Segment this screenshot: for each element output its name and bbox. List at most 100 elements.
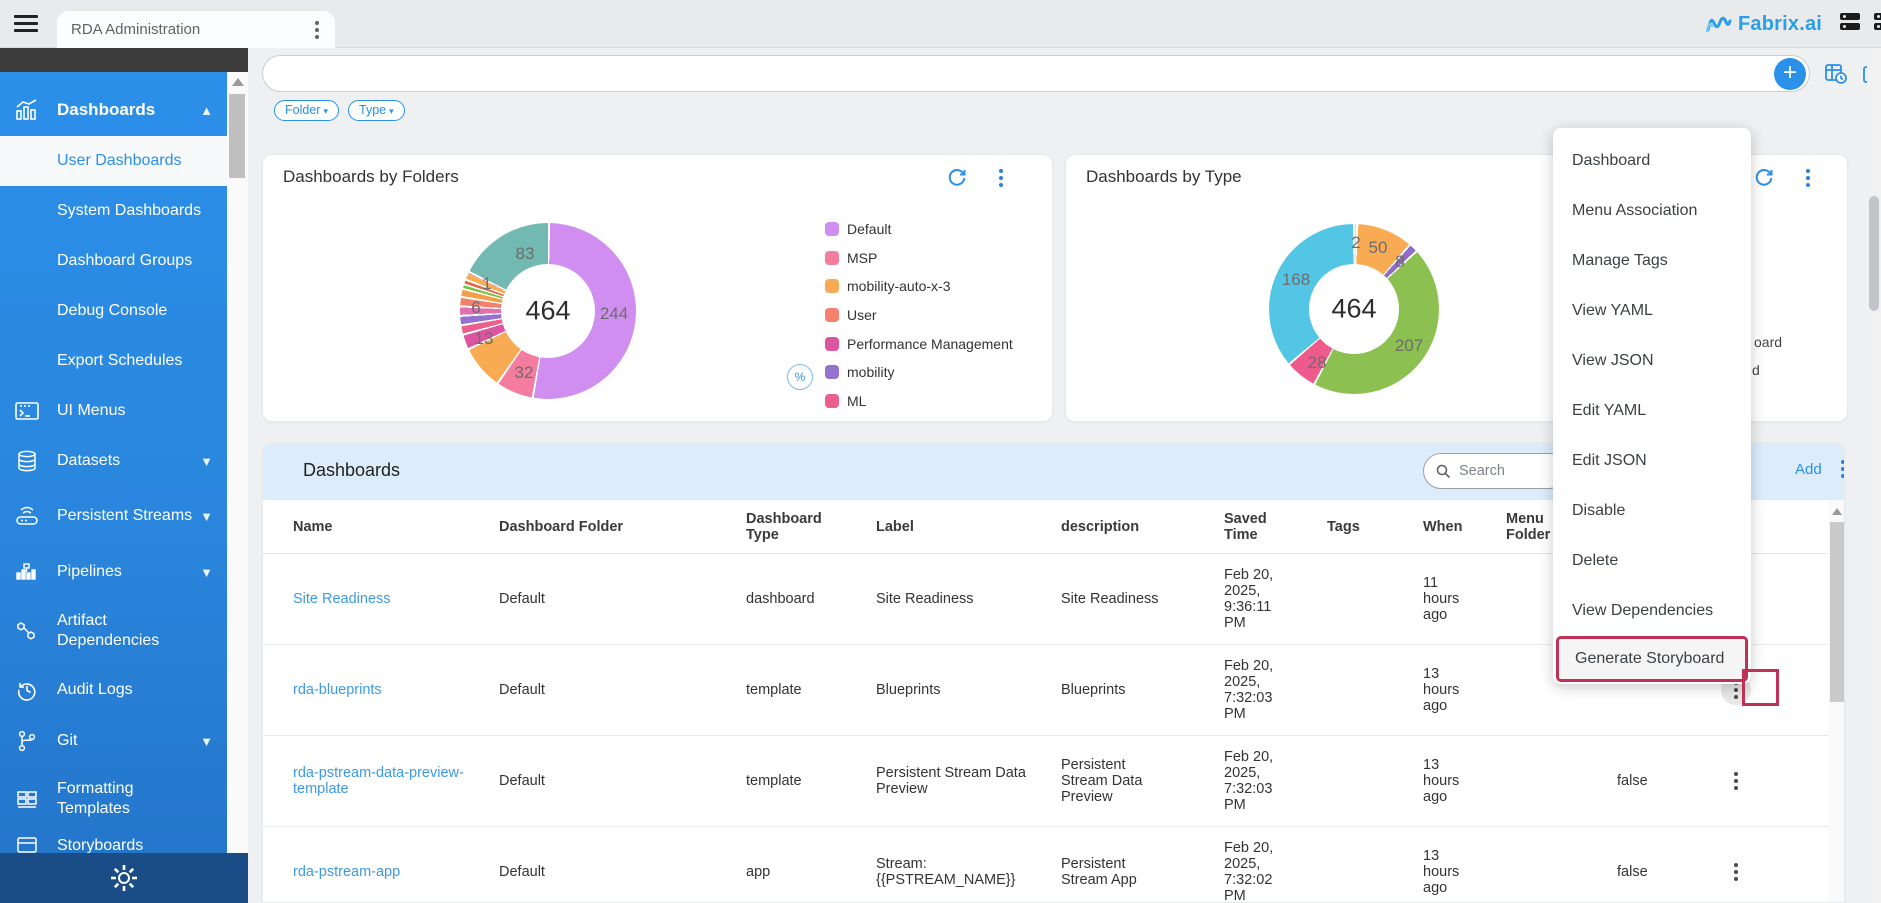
percent-badge[interactable]: % (787, 364, 813, 390)
col-header-name[interactable]: Name (293, 519, 499, 535)
legend-item[interactable]: Performance Management (825, 329, 1013, 358)
menu-item-view-json[interactable]: View JSON (1553, 336, 1751, 386)
legend-item[interactable]: mobility (825, 358, 1013, 387)
table-scrollbar[interactable] (1828, 500, 1845, 903)
dashboard-name-link[interactable]: rda-blueprints (293, 682, 382, 698)
row-actions-kebab[interactable] (1734, 863, 1738, 881)
filter-chip-folder[interactable]: Folder▾ (274, 100, 339, 121)
sidebar-item-ui-menus[interactable]: UI Menus (0, 386, 227, 436)
menu-item-dashboard[interactable]: Dashboard (1553, 136, 1751, 186)
chevron-up-icon: ▲ (200, 103, 213, 118)
gear-icon[interactable] (109, 863, 139, 893)
chart-legend: Default MSP mobility-auto-x-3 User Perfo… (825, 215, 1013, 415)
chevron-down-icon: ▼ (200, 565, 213, 580)
legend-item[interactable]: mobility-auto-x-3 (825, 272, 1013, 301)
menu-item-manage-tags[interactable]: Manage Tags (1553, 236, 1751, 286)
sidebar-item-audit-logs[interactable]: Audit Logs (0, 665, 227, 715)
add-button[interactable]: Add (1795, 461, 1822, 478)
legend-swatch (825, 222, 839, 236)
sidebar-item-artifact-dependencies[interactable]: Artifact Dependencies (0, 599, 227, 663)
chevron-down-icon: ▼ (200, 734, 213, 749)
menu-item-generate-storyboard[interactable]: Generate Storyboard (1556, 636, 1748, 682)
caret-down-icon: ▾ (323, 106, 328, 116)
global-search-input[interactable] (262, 55, 1810, 92)
sidebar-item-git[interactable]: Git ▼ (0, 716, 227, 766)
git-branch-icon (14, 728, 40, 754)
server-list-icon-clipped[interactable] (1874, 13, 1881, 33)
sidebar-dark-strip (0, 48, 248, 72)
legend-item[interactable]: MSP (825, 244, 1013, 273)
slice-label: 13 (475, 329, 494, 349)
col-header-saved-time[interactable]: Saved Time (1224, 511, 1274, 543)
sidebar-item-user-dashboards[interactable]: User Dashboards (0, 136, 227, 186)
table-row: rda-pstream-data-preview-template Defaul… (263, 736, 1845, 827)
server-list-icon[interactable] (1840, 13, 1860, 33)
dashboard-name-link[interactable]: Site Readiness (293, 591, 391, 607)
menu-item-edit-yaml[interactable]: Edit YAML (1553, 386, 1751, 436)
hamburger-menu-icon[interactable] (14, 15, 38, 33)
add-plus-button[interactable]: + (1774, 58, 1806, 90)
slice-label: 207 (1395, 336, 1423, 356)
sidebar-item-system-dashboards[interactable]: System Dashboards (0, 186, 227, 236)
sidebar-item-datasets[interactable]: Datasets ▼ (0, 436, 227, 486)
slice-label: 32 (515, 363, 534, 383)
table-row: rda-pstream-app Default app Stream: {{PS… (263, 827, 1845, 903)
legend-swatch (825, 337, 839, 351)
slice-label: 50 (1369, 238, 1388, 258)
menu-item-delete[interactable]: Delete (1553, 536, 1751, 586)
tab-title: RDA Administration (71, 21, 200, 38)
tab-kebab-icon[interactable] (315, 21, 319, 39)
sidebar-nav: Dashboards ▲ User Dashboards System Dash… (0, 48, 227, 903)
window-scrollbar[interactable] (1867, 48, 1881, 903)
search-icon (1436, 464, 1451, 479)
table-clock-icon[interactable] (1824, 62, 1848, 86)
refresh-icon[interactable] (947, 168, 967, 188)
dashboard-name-link[interactable]: rda-pstream-app (293, 864, 400, 880)
slice-label: 83 (516, 244, 535, 264)
panel-title: Dashboards by Folders (283, 167, 459, 187)
panel-kebab-icon[interactable] (1806, 169, 1810, 187)
app-tab[interactable]: RDA Administration (57, 11, 335, 48)
legend-fragment: d (1752, 362, 1760, 378)
menu-item-menu-association[interactable]: Menu Association (1553, 186, 1751, 236)
legend-item[interactable]: ML (825, 387, 1013, 416)
table-search-input[interactable]: Search (1423, 453, 1567, 489)
row-actions-kebab[interactable] (1734, 772, 1738, 790)
sidebar-item-persistent-streams[interactable]: Persistent Streams ▼ (0, 484, 227, 548)
sidebar-item-export-schedules[interactable]: Export Schedules (0, 336, 227, 386)
legend-fragment: oard (1754, 334, 1782, 350)
legend-item[interactable]: User (825, 301, 1013, 330)
panel-kebab-icon[interactable] (999, 169, 1003, 187)
sidebar-item-debug-console[interactable]: Debug Console (0, 286, 227, 336)
legend-item[interactable]: Default (825, 215, 1013, 244)
sidebar-scrollbar[interactable] (227, 72, 248, 853)
col-header-tags[interactable]: Tags (1327, 519, 1423, 535)
col-header-description[interactable]: description (1061, 519, 1224, 535)
slice-label: 6 (471, 298, 480, 318)
fabrix-logo: Fabrix.ai (1706, 10, 1822, 38)
sidebar-item-pipelines[interactable]: Pipelines ▼ (0, 547, 227, 597)
col-header-label[interactable]: Label (876, 519, 1061, 535)
chevron-down-icon: ▼ (200, 509, 213, 524)
chevron-down-icon: ▼ (200, 454, 213, 469)
top-bar: RDA Administration Fabrix.ai (0, 0, 1881, 48)
dashboard-name-link[interactable]: rda-pstream-data-preview-template (293, 765, 465, 797)
legend-swatch (825, 308, 839, 322)
slice-label: 28 (1308, 353, 1327, 373)
menu-item-view-dependencies[interactable]: View Dependencies (1553, 586, 1751, 636)
filter-chip-type[interactable]: Type▾ (348, 100, 405, 121)
col-header-when[interactable]: When (1423, 519, 1506, 535)
refresh-icon[interactable] (1754, 168, 1774, 188)
sidebar-item-dashboard-groups[interactable]: Dashboard Groups (0, 236, 227, 286)
sidebar-footer (0, 853, 248, 903)
pipeline-icon (14, 559, 40, 585)
menu-item-disable[interactable]: Disable (1553, 486, 1751, 536)
menu-item-view-yaml[interactable]: View YAML (1553, 286, 1751, 336)
sidebar-item-dashboards[interactable]: Dashboards ▲ (0, 85, 227, 135)
sidebar-item-formatting-templates[interactable]: Formatting Templates (0, 767, 227, 831)
col-header-type[interactable]: Dashboard Type (746, 511, 826, 543)
legend-swatch (825, 365, 839, 379)
col-header-folder[interactable]: Dashboard Folder (499, 519, 746, 535)
menu-item-edit-json[interactable]: Edit JSON (1553, 436, 1751, 486)
table-kebab-icon[interactable] (1841, 460, 1845, 478)
